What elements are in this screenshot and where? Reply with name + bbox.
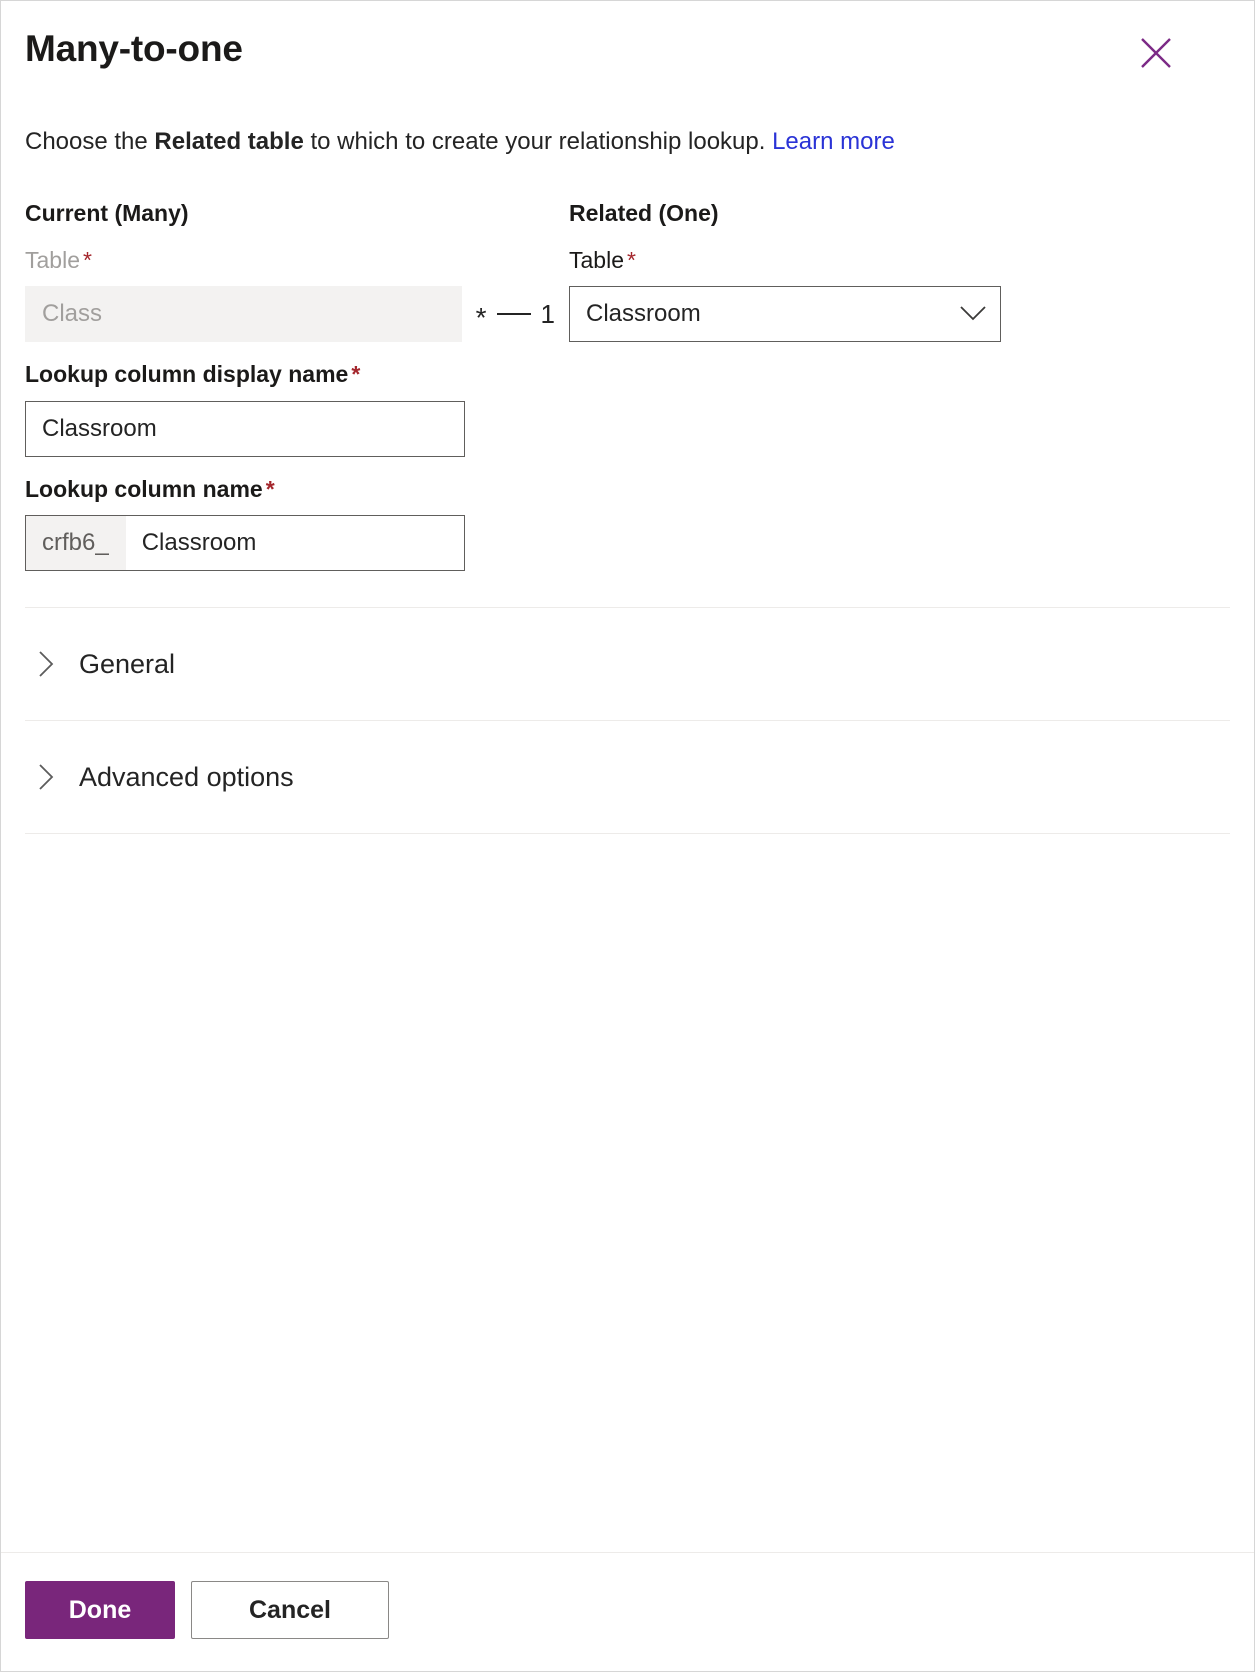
lookup-column-name-value: Classroom (141, 529, 257, 557)
chevron-right-icon (35, 651, 57, 678)
chevron-right-icon (35, 764, 57, 791)
current-table-label: Table * (25, 247, 569, 275)
required-asterisk: * (351, 361, 361, 388)
related-table-dropdown[interactable]: Classroom (569, 286, 1001, 343)
lookup-display-name-input[interactable]: Classroom (25, 400, 465, 457)
section-advanced-options-label: Advanced options (79, 761, 294, 792)
close-button[interactable] (1134, 31, 1178, 75)
current-table-value: Class (42, 300, 103, 328)
page-title: Many-to-one (25, 28, 243, 69)
current-table-label-text: Table (25, 246, 80, 273)
lookup-display-name-label-text: Lookup column display name (25, 361, 349, 388)
current-many-column: Current (Many) Table* Class * 1 Lookup (25, 200, 569, 572)
current-table-row: Class * 1 (25, 274, 569, 343)
related-one-heading: Related (One) (569, 200, 719, 227)
learn-more-link[interactable]: Learn more (772, 128, 895, 155)
done-button[interactable]: Done (25, 1581, 175, 1639)
lookup-column-name-input[interactable]: crfb6_ Classroom (25, 515, 465, 572)
description-prefix: Choose the (25, 127, 155, 155)
related-table-label-text: Table (569, 246, 624, 273)
lookup-column-name-prefix: crfb6_ (26, 516, 126, 571)
cardinality-line (496, 313, 531, 316)
section-advanced-options[interactable]: Advanced options (25, 721, 1230, 833)
cardinality-one: 1 (540, 299, 555, 330)
dialog-description: Choose the Related table to which to cre… (1, 126, 1254, 158)
cardinality-indicator: * 1 (462, 286, 569, 342)
description-suffix: to which to create your relationship loo… (303, 127, 773, 155)
close-icon (1139, 36, 1173, 70)
required-asterisk: * (265, 475, 275, 502)
relationship-columns: Current (Many) Table* Class * 1 Lookup (25, 200, 1230, 572)
dialog-body: Current (Many) Table* Class * 1 Lookup (1, 158, 1254, 1552)
current-many-heading: Current (Many) (25, 200, 189, 227)
chevron-down-icon (960, 306, 1000, 322)
lookup-column-name-label: Lookup column name * (25, 476, 569, 504)
cancel-button[interactable]: Cancel (191, 1581, 389, 1639)
current-table-input: Class (25, 286, 462, 343)
section-general[interactable]: General (25, 608, 1230, 720)
dialog-header: Many-to-one (1, 1, 1254, 70)
cardinality-many: * (475, 302, 487, 334)
related-one-column: Related (One) Table * Classroom (569, 200, 1113, 571)
related-table-value: Classroom (586, 300, 701, 328)
accordion-spacer (25, 571, 1230, 607)
lookup-column-name-label-text: Lookup column name (25, 475, 263, 502)
required-asterisk: * (82, 246, 92, 273)
many-to-one-dialog: Many-to-one Choose the Related table to … (0, 0, 1255, 1672)
lookup-display-name-value: Classroom (42, 414, 157, 442)
lookup-display-name-label: Lookup column display name * (25, 361, 569, 389)
description-strong: Related table (154, 127, 304, 155)
dialog-footer: Done Cancel (1, 1552, 1254, 1671)
divider (25, 833, 1230, 835)
section-general-label: General (79, 648, 176, 679)
required-asterisk: * (626, 246, 636, 273)
related-table-label: Table * (569, 247, 1113, 275)
